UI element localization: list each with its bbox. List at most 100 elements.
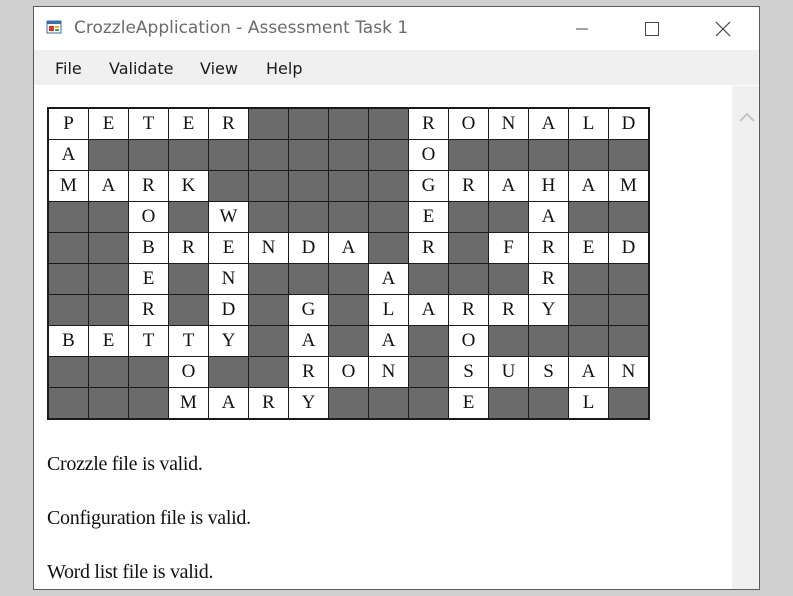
menu-view[interactable]: View [200, 59, 238, 78]
grid-cell-blank [368, 170, 409, 202]
grid-cell-blank [88, 232, 129, 264]
configuration-status-message: Configuration file is valid. [47, 507, 251, 529]
grid-cell-letter: P [47, 107, 89, 140]
grid-cell-blank [47, 232, 89, 264]
grid-cell-letter: A [208, 387, 249, 420]
maximize-icon [645, 21, 659, 36]
grid-cell-letter: L [368, 294, 409, 326]
grid-cell-blank [608, 201, 650, 233]
grid-cell-blank [248, 325, 289, 357]
grid-row: BETTYAAO [47, 325, 650, 357]
grid-cell-letter: A [88, 170, 129, 202]
grid-cell-blank [408, 263, 449, 295]
grid-cell-letter: A [368, 325, 409, 357]
grid-cell-letter: D [608, 232, 650, 264]
grid-row: BRENDARFRED [47, 232, 650, 264]
grid-cell-letter: W [208, 201, 249, 233]
grid-cell-blank [288, 139, 329, 171]
grid-row: ENAR [47, 263, 650, 295]
close-button[interactable] [700, 7, 746, 50]
grid-cell-blank [568, 139, 609, 171]
grid-cell-blank [208, 170, 249, 202]
grid-cell-blank [608, 294, 650, 326]
grid-cell-letter: U [488, 356, 529, 388]
grid-cell-blank [368, 387, 409, 420]
grid-cell-letter: R [248, 387, 289, 420]
title-bar[interactable]: CrozzleApplication - Assessment Task 1 [34, 7, 759, 51]
grid-cell-blank [608, 387, 650, 420]
grid-cell-letter: B [128, 232, 169, 264]
minimize-button[interactable] [559, 7, 605, 50]
grid-cell-blank [168, 201, 209, 233]
grid-cell-blank [248, 139, 289, 171]
grid-cell-blank [128, 387, 169, 420]
grid-cell-letter: R [528, 263, 569, 295]
grid-cell-letter: O [408, 139, 449, 171]
menu-file[interactable]: File [55, 59, 82, 78]
wordlist-status-message: Word list file is valid. [47, 561, 214, 583]
grid-cell-blank [408, 387, 449, 420]
grid-cell-blank [47, 294, 89, 326]
menu-help[interactable]: Help [266, 59, 302, 78]
vertical-scrollbar[interactable] [732, 86, 759, 589]
grid-cell-blank [88, 294, 129, 326]
grid-cell-blank [488, 263, 529, 295]
app-icon[interactable] [46, 19, 64, 37]
grid-cell-letter: R [408, 107, 449, 140]
grid-cell-letter: E [208, 232, 249, 264]
grid-cell-letter: M [608, 170, 650, 202]
grid-cell-blank [208, 139, 249, 171]
grid-cell-letter: G [408, 170, 449, 202]
grid-cell-letter: E [568, 232, 609, 264]
grid-cell-blank [168, 139, 209, 171]
crozzle-status-message: Crozzle file is valid. [47, 453, 203, 475]
grid-cell-blank [328, 139, 369, 171]
maximize-button[interactable] [629, 7, 675, 50]
scroll-up-icon[interactable] [738, 110, 756, 122]
grid-cell-letter: R [168, 232, 209, 264]
grid-cell-blank [168, 294, 209, 326]
grid-cell-letter: T [128, 107, 169, 140]
grid-cell-blank [368, 232, 409, 264]
grid-cell-blank [47, 263, 89, 295]
grid-cell-blank [47, 387, 89, 420]
grid-row: MARKGRAHAM [47, 170, 650, 202]
grid-cell-letter: E [168, 107, 209, 140]
grid-cell-letter: A [488, 170, 529, 202]
grid-cell-blank [328, 201, 369, 233]
grid-cell-blank [608, 325, 650, 357]
grid-cell-letter: O [448, 325, 489, 357]
grid-cell-letter: F [488, 232, 529, 264]
grid-cell-letter: K [168, 170, 209, 202]
grid-cell-letter: G [288, 294, 329, 326]
grid-cell-letter: M [168, 387, 209, 420]
grid-cell-letter: H [528, 170, 569, 202]
minimize-icon [576, 28, 588, 29]
grid-row: PETERRONALD [47, 107, 650, 140]
grid-cell-blank [208, 356, 249, 388]
grid-cell-letter: R [448, 294, 489, 326]
grid-cell-blank [128, 139, 169, 171]
grid-cell-blank [328, 294, 369, 326]
grid-cell-letter: R [128, 294, 169, 326]
grid-cell-letter: D [288, 232, 329, 264]
window-title: CrozzleApplication - Assessment Task 1 [74, 18, 409, 38]
grid-cell-letter: N [208, 263, 249, 295]
grid-cell-letter: N [368, 356, 409, 388]
grid-cell-blank [448, 201, 489, 233]
grid-cell-blank [488, 325, 529, 357]
grid-cell-blank [328, 387, 369, 420]
grid-cell-letter: A [528, 107, 569, 140]
grid-cell-blank [128, 356, 169, 388]
grid-cell-blank [288, 107, 329, 140]
grid-cell-letter: S [528, 356, 569, 388]
grid-cell-letter: N [608, 356, 650, 388]
grid-cell-letter: A [288, 325, 329, 357]
grid-cell-blank [488, 201, 529, 233]
grid-cell-letter: A [568, 356, 609, 388]
grid-cell-blank [248, 107, 289, 140]
grid-cell-letter: R [448, 170, 489, 202]
menu-validate[interactable]: Validate [109, 59, 173, 78]
menu-bar: File Validate View Help [34, 51, 759, 85]
grid-cell-blank [88, 356, 129, 388]
